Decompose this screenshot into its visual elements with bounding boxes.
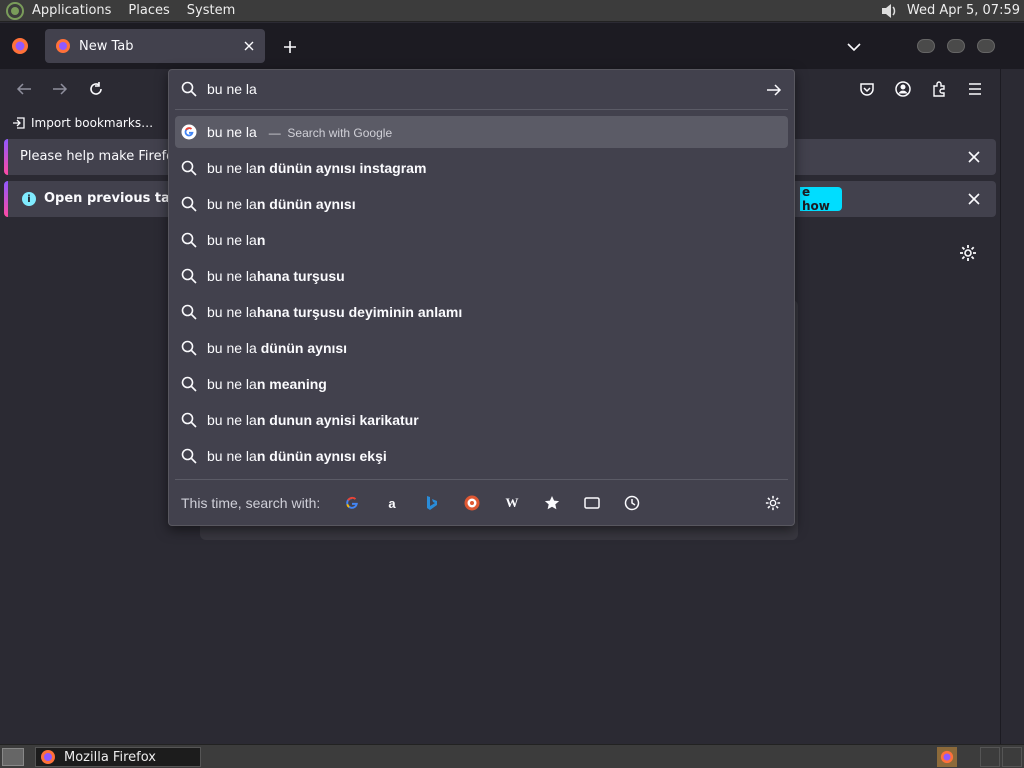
search-with-label: This time, search with:	[181, 495, 321, 511]
suggestion-row[interactable]: bu ne lan meaning	[175, 366, 788, 402]
workspace-1-button[interactable]	[980, 747, 1000, 767]
new-tab-button[interactable]	[278, 35, 302, 59]
list-all-tabs-icon[interactable]	[842, 35, 866, 59]
taskbar-firefox-window[interactable]: Mozilla Firefox	[35, 747, 201, 767]
search-icon	[181, 412, 197, 428]
search-icon	[181, 448, 197, 464]
account-icon[interactable]	[891, 77, 915, 101]
bing-engine-icon[interactable]	[422, 493, 442, 513]
google-icon	[181, 124, 197, 140]
suggestion-row[interactable]: bu ne lan dünün aynısı	[175, 186, 788, 222]
top-panel: Applications Places System Wed Apr 5, 07…	[0, 0, 1024, 22]
one-off-search-bar: This time, search with: a W	[169, 480, 794, 526]
notification-restore-text: Open previous tabs	[44, 191, 187, 206]
bottom-taskbar: Mozilla Firefox	[0, 744, 1024, 768]
tab-strip: New Tab	[0, 23, 1024, 69]
search-with-google-row[interactable]: bu ne la — Search with Google	[175, 116, 788, 148]
search-icon	[181, 81, 197, 97]
firefox-view-icon[interactable]	[0, 23, 40, 69]
go-arrow-icon[interactable]	[763, 79, 785, 101]
tab-title: New Tab	[79, 38, 134, 54]
scrollbar[interactable]	[1000, 69, 1024, 744]
search-icon	[181, 268, 197, 284]
close-icon[interactable]	[964, 189, 984, 209]
suggestion-row[interactable]: bu ne lan dunun aynisi karikatur	[175, 402, 788, 438]
window-maximize-button[interactable]	[947, 39, 965, 53]
reload-icon[interactable]	[84, 77, 108, 101]
show-how-button[interactable]: e how	[800, 185, 842, 213]
search-icon	[181, 340, 197, 356]
show-desktop-button[interactable]	[2, 747, 24, 766]
menu-system[interactable]: System	[187, 3, 235, 18]
page-settings-gear-icon[interactable]	[956, 241, 980, 265]
firefox-favicon-icon	[55, 38, 71, 54]
workspace-2-button[interactable]	[1002, 747, 1022, 767]
extensions-icon[interactable]	[927, 77, 951, 101]
notification-feedback-text: Please help make Firefox	[20, 149, 182, 164]
google-engine-icon[interactable]	[342, 493, 362, 513]
taskbar-window-title: Mozilla Firefox	[64, 749, 156, 765]
wikipedia-engine-icon[interactable]: W	[502, 493, 522, 513]
search-settings-gear-icon[interactable]	[763, 493, 783, 513]
search-icon	[181, 304, 197, 320]
bookmarks-star-icon[interactable]	[542, 493, 562, 513]
import-icon	[12, 116, 26, 130]
volume-icon[interactable]	[879, 2, 899, 20]
menu-places[interactable]: Places	[128, 3, 169, 18]
suggestion-row[interactable]: bu ne lan dünün aynısı ekşi	[175, 438, 788, 474]
info-icon: i	[22, 192, 36, 206]
back-icon[interactable]	[12, 77, 36, 101]
suggestion-list: bu ne la — Search with Google bu ne lan …	[175, 116, 788, 474]
window-close-button[interactable]	[977, 39, 995, 53]
amazon-engine-icon[interactable]: a	[382, 493, 402, 513]
history-clock-icon[interactable]	[622, 493, 642, 513]
search-icon	[181, 232, 197, 248]
menu-applications[interactable]: Applications	[32, 3, 111, 18]
search-icon	[181, 376, 197, 392]
duckduckgo-engine-icon[interactable]	[462, 493, 482, 513]
pocket-icon[interactable]	[855, 77, 879, 101]
suggestion-row[interactable]: bu ne lahana turşusu	[175, 258, 788, 294]
firefox-icon	[40, 749, 56, 765]
close-icon[interactable]	[964, 147, 984, 167]
tab-close-icon[interactable]	[237, 34, 261, 58]
url-input[interactable]	[207, 78, 747, 100]
clock[interactable]: Wed Apr 5, 07:59	[907, 3, 1020, 18]
suggestion-row[interactable]: bu ne lahana turşusu deyiminin anlamı	[175, 294, 788, 330]
import-bookmarks-link[interactable]: Import bookmarks…	[31, 116, 153, 130]
tabs-icon[interactable]	[582, 493, 602, 513]
tray-firefox-icon[interactable]	[937, 747, 957, 767]
suggestion-row[interactable]: bu ne lan dünün aynısı instagram	[175, 150, 788, 186]
search-icon	[181, 160, 197, 176]
os-logo-icon[interactable]	[6, 1, 24, 20]
urlbar-popup: bu ne la — Search with Google bu ne lan …	[168, 69, 795, 526]
suggestion-row[interactable]: bu ne lan	[175, 222, 788, 258]
tab-new-tab[interactable]: New Tab	[45, 29, 265, 63]
suggestion-row[interactable]: bu ne la dünün aynısı	[175, 330, 788, 366]
window-minimize-button[interactable]	[917, 39, 935, 53]
search-icon	[181, 196, 197, 212]
hamburger-menu-icon[interactable]	[963, 77, 987, 101]
forward-icon[interactable]	[48, 77, 72, 101]
